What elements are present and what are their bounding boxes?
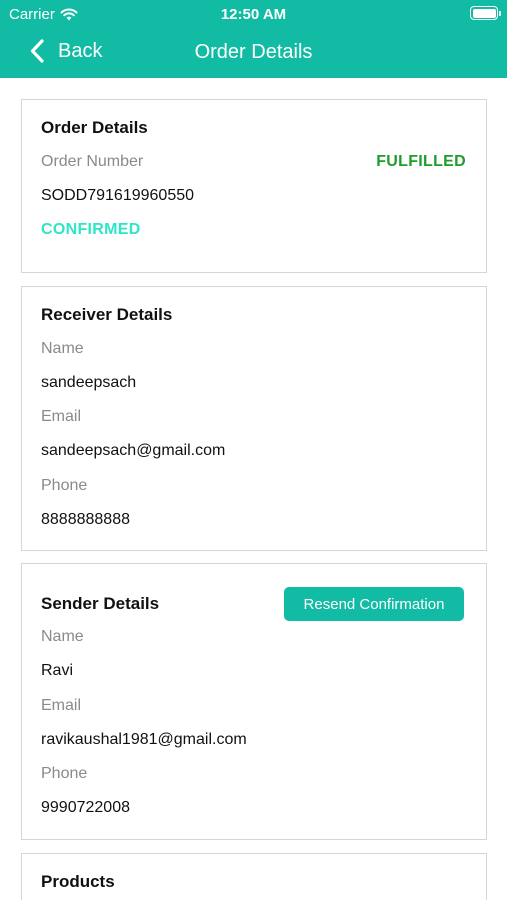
order-number-label: Order Number [41,153,144,170]
receiver-email-label: Email [41,408,82,425]
products-card: Products [21,853,487,900]
battery-icon [470,6,501,20]
sender-email-value: ravikaushal1981@gmail.com [41,731,247,748]
order-details-card: Order Details Order Number FULFILLED SOD… [21,99,487,273]
sender-phone-value: 9990722008 [41,799,130,816]
status-bar: Carrier 12:50 AM [0,0,507,28]
receiver-name-label: Name [41,340,84,357]
sender-name-value: Ravi [41,662,74,679]
resend-confirmation-button[interactable]: Resend Confirmation [284,587,464,621]
receiver-phone-label: Phone [41,477,88,494]
status-time: 12:50 AM [220,6,287,23]
order-details-scroll[interactable]: Order Details Order Number FULFILLED SOD… [0,78,507,900]
products-card-title: Products [41,872,115,891]
sender-card-title: Sender Details [41,594,160,613]
confirmation-status-badge: CONFIRMED [41,221,141,238]
order-card-title: Order Details [41,118,148,137]
app-header: Carrier 12:50 AM Back Order Details [0,0,507,78]
navigation-bar: Back Order Details [0,30,507,74]
sender-details-card: Sender Details Resend Confirmation Name … [21,563,487,840]
sender-name-label: Name [41,628,84,645]
sender-phone-label: Phone [41,765,88,782]
sender-email-label: Email [41,697,82,714]
receiver-phone-value: 8888888888 [41,511,130,528]
receiver-email-value: sandeepsach@gmail.com [41,442,226,459]
receiver-card-title: Receiver Details [41,305,173,324]
fulfillment-status-badge: FULFILLED [376,153,466,170]
order-number-value: SODD791619960550 [41,187,195,204]
page-title: Order Details [194,41,313,63]
receiver-details-card: Receiver Details Name sandeepsach Email … [21,286,487,551]
receiver-name-value: sandeepsach [41,374,137,391]
